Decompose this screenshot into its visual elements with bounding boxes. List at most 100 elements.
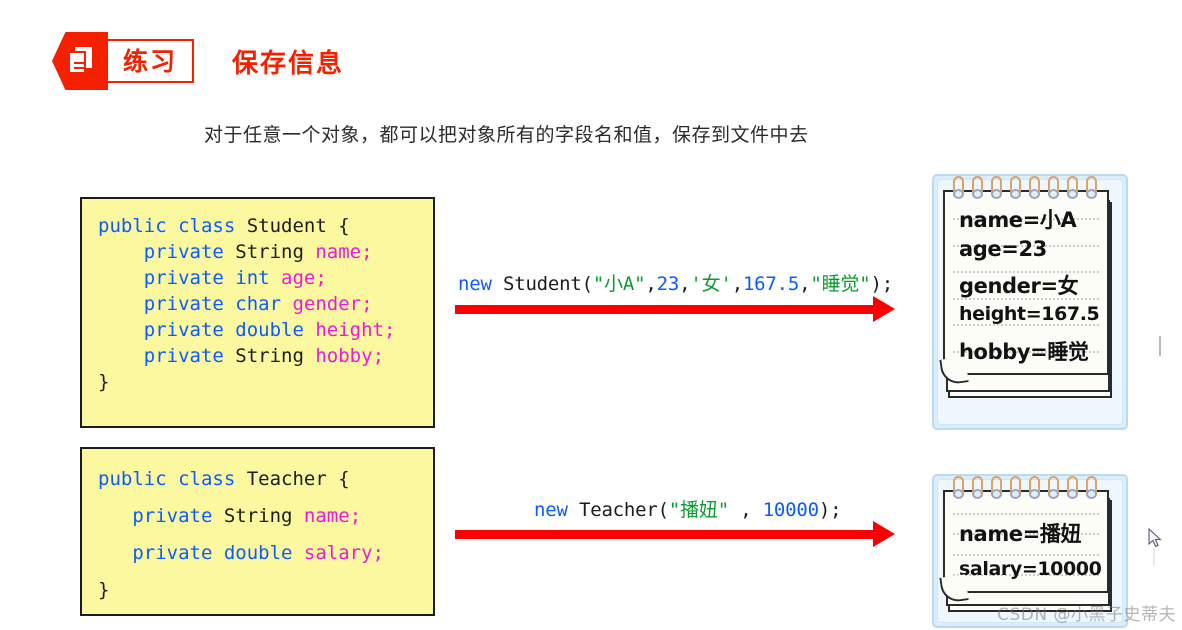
cursor-trail xyxy=(1153,548,1155,566)
code-token: "小A" xyxy=(592,273,646,295)
notepad-spiral-ring xyxy=(990,176,1003,202)
document-hexagon-icon xyxy=(52,32,108,90)
code-token: "播妞" xyxy=(668,499,729,521)
notepad-spiral-ring xyxy=(990,476,1003,502)
code-token: Teacher( xyxy=(578,499,669,521)
notepad-spiral-ring xyxy=(971,476,984,502)
document-line-3 xyxy=(74,72,84,74)
code-token: 23 xyxy=(656,273,680,295)
code-token: '女' xyxy=(690,273,732,295)
arrow-student-to-note xyxy=(455,296,895,322)
code-line: private int age; xyxy=(98,265,417,291)
expression-new-teacher: new Teacher("播妞" , 10000); xyxy=(534,495,842,522)
code-token: ; xyxy=(315,267,327,290)
code-block-teacher: public class Teacher { private String na… xyxy=(80,447,435,616)
document-page-front xyxy=(68,51,86,74)
arrow-head xyxy=(873,296,895,322)
code-token: private double xyxy=(98,319,316,342)
notepad-spiral-ring xyxy=(1085,176,1098,202)
code-token: gender xyxy=(292,293,362,316)
code-token: hobby xyxy=(315,345,373,368)
notepad-spiral-ring xyxy=(1028,176,1041,202)
scroll-tick[interactable] xyxy=(1159,336,1161,356)
page-title: 保存信息 xyxy=(232,48,345,79)
code-token: public class xyxy=(98,468,247,490)
arrow-shaft xyxy=(455,530,875,539)
code-token: ); xyxy=(870,273,893,295)
code-token: ; xyxy=(383,319,396,342)
exercise-badge-label: 练习 xyxy=(122,46,177,76)
code-token: private char xyxy=(98,293,293,316)
ring-bead xyxy=(991,489,1002,499)
code-token: "睡觉" xyxy=(810,273,871,295)
code-line: private String hobby; xyxy=(98,343,417,369)
notepad-line: salary=10000 xyxy=(959,558,1102,580)
code-line: } xyxy=(98,369,417,395)
code-token: ; xyxy=(349,505,362,528)
code-token: name xyxy=(303,505,350,528)
code-token: ; xyxy=(372,345,385,368)
notepad-line: name=播妞 xyxy=(959,522,1082,546)
subtitle-text: 对于任意一个对象，都可以把对象所有的字段名和值，保存到文件中去 xyxy=(204,124,809,146)
notepad-spiral-ring xyxy=(1028,476,1041,502)
code-token: name xyxy=(315,241,362,264)
notepad-student: name=小A age=23 gender=女 height=167.5 hobby=睡… xyxy=(928,168,1128,430)
notepad-line: height=167.5 xyxy=(959,303,1100,325)
ring-bead xyxy=(1048,489,1059,499)
code-line: private String name; xyxy=(98,239,417,265)
document-line-2 xyxy=(74,67,84,69)
ring-bead xyxy=(1010,189,1021,199)
arrow-head xyxy=(873,521,895,547)
code-block-student: public class Student { private String na… xyxy=(80,197,435,428)
code-token: , xyxy=(645,273,657,295)
code-token: Teacher { xyxy=(246,468,350,490)
notepad-spiral-ring xyxy=(971,176,984,202)
notepad-line: age=23 xyxy=(959,237,1047,261)
document-line-1 xyxy=(74,62,84,64)
code-token: String xyxy=(223,505,304,528)
code-line: public class Teacher { xyxy=(98,461,417,498)
notepad-spiral-ring xyxy=(952,476,965,502)
notepad-spiral-ring xyxy=(1085,476,1098,502)
code-token: , xyxy=(731,273,743,295)
ring-bead xyxy=(1086,189,1097,199)
watermark-text: CSDN @小黑子史蒂夫 xyxy=(997,605,1176,625)
code-token: private xyxy=(98,241,236,264)
exercise-badge: 练习 xyxy=(98,39,194,83)
arrow-shaft xyxy=(455,305,875,314)
notepad-line: gender=女 xyxy=(959,274,1079,298)
code-line: public class Student { xyxy=(98,213,417,239)
code-token: new xyxy=(534,499,579,521)
page-header: 练习 保存信息 xyxy=(52,32,344,90)
code-token: Student( xyxy=(502,273,593,295)
ring-bead xyxy=(1086,489,1097,499)
code-token: , xyxy=(799,273,811,295)
code-token: age xyxy=(281,267,316,290)
code-token: salary xyxy=(303,542,373,565)
arrow-teacher-to-note xyxy=(455,521,895,547)
code-line: private char gender; xyxy=(98,291,417,317)
code-token: height xyxy=(315,319,384,342)
code-token: } xyxy=(98,371,110,394)
code-line: } xyxy=(98,572,417,609)
ring-bead xyxy=(1029,489,1040,499)
ring-bead xyxy=(953,189,964,199)
notepad-spiral-ring xyxy=(1066,476,1079,502)
notepad-spiral-ring xyxy=(1009,476,1022,502)
code-token: public class xyxy=(98,215,247,237)
expression-new-student: new Student("小A",23,'女',167.5,"睡觉"); xyxy=(458,269,893,296)
code-token: ; xyxy=(361,241,373,264)
code-token: private xyxy=(98,505,224,528)
code-token: ; xyxy=(372,542,384,565)
notepad-spiral-ring xyxy=(1047,176,1060,202)
ring-bead xyxy=(1067,489,1078,499)
code-token: private double xyxy=(98,542,304,565)
code-token: } xyxy=(98,579,110,602)
code-token: Student { xyxy=(246,215,350,237)
code-token: String xyxy=(235,345,316,368)
ring-bead xyxy=(1048,189,1059,199)
notepad-line: name=小A xyxy=(959,208,1077,232)
code-token: String xyxy=(235,241,316,264)
notepad-spiral-ring xyxy=(1047,476,1060,502)
notepad-spiral-ring xyxy=(1009,176,1022,202)
